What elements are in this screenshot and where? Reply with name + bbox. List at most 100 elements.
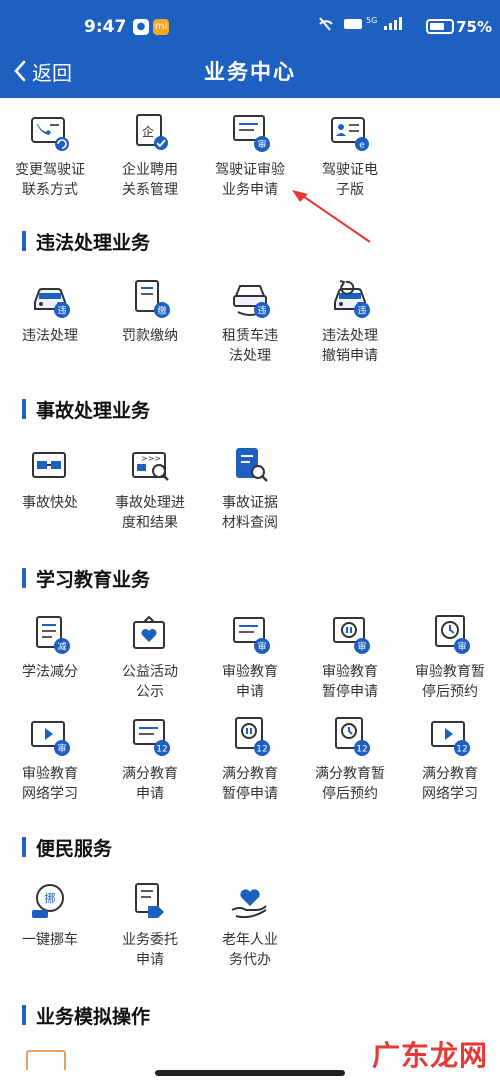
svg-text:审: 审	[457, 641, 466, 653]
service-item-label: 一键挪车	[22, 932, 78, 948]
service-item[interactable]: 违租赁车违 法处理	[200, 276, 300, 366]
svg-text:12: 12	[356, 745, 367, 755]
simulation-item-icon[interactable]	[26, 1050, 66, 1070]
service-item[interactable]: 12 满分教育 申请	[100, 714, 200, 804]
home-indicator[interactable]	[155, 1070, 345, 1076]
service-item-label: 审验教育 网络学习	[22, 766, 78, 802]
svg-text:审: 审	[357, 641, 366, 653]
full-score-apply-icon: 12	[133, 719, 170, 756]
service-item[interactable]: 企企业聘用 关系管理	[100, 110, 200, 200]
elderly-service-icon	[231, 889, 267, 919]
service-item[interactable]: 审审验教育 申请	[200, 612, 300, 702]
service-item-label: 业务委托 申请	[122, 932, 178, 968]
battery-icon	[426, 19, 454, 34]
annotation-arrow-icon	[292, 190, 371, 243]
svg-text:12: 12	[156, 745, 167, 755]
service-item[interactable]: 公益活动 公示	[100, 612, 200, 702]
review-online-icon: 审	[31, 721, 70, 756]
mi-icon: mi	[153, 19, 169, 35]
service-item-label: 审验教育 申请	[222, 664, 278, 700]
service-item-label: 企业聘用 关系管理	[122, 162, 178, 198]
service-item-label: 罚款缴纳	[122, 328, 178, 344]
e-license-icon: e	[331, 117, 369, 151]
service-item-label: 事故证据 材料查阅	[222, 495, 278, 531]
service-item-label: 驾驶证审验 业务申请	[215, 162, 285, 198]
service-item[interactable]: e 驾驶证电 子版	[300, 110, 400, 200]
entrust-icon	[135, 883, 164, 918]
revoke-violation-icon: 违	[334, 280, 370, 318]
service-item[interactable]: 违违法处理	[0, 276, 100, 346]
svg-text:审: 审	[257, 139, 266, 151]
service-item[interactable]: 挪一键挪车	[0, 880, 100, 950]
service-item-label: 审验教育暂 停后预约	[415, 664, 485, 700]
service-item[interactable]: >>> 事故处理进 度和结果	[100, 443, 200, 533]
network-type: 5G	[366, 16, 377, 25]
svg-text:e: e	[359, 141, 365, 151]
enterprise-doc-icon: 企	[136, 114, 168, 150]
service-item-label: 审验教育 暂停申请	[322, 664, 378, 700]
svg-text:12: 12	[456, 745, 467, 755]
service-item[interactable]: 审驾驶证审验 业务申请	[200, 110, 300, 200]
move-car-icon: 挪	[32, 884, 64, 918]
service-item-label: 满分教育 申请	[122, 766, 178, 802]
svg-text:12: 12	[256, 745, 267, 755]
watermark: 广东龙网	[371, 1041, 488, 1072]
battery-percent: 75%	[456, 18, 492, 36]
section-title: 便民服务	[22, 834, 112, 860]
service-item-label: 事故处理进 度和结果	[115, 495, 185, 531]
service-item[interactable]: 违违法处理 撤销申请	[300, 276, 400, 366]
svg-text:违: 违	[357, 306, 366, 317]
nav-bar: 返回 业务中心	[0, 50, 500, 94]
fine-payment-icon: 缴	[135, 280, 170, 318]
full-score-pause-icon: 12	[235, 717, 270, 756]
svg-text:挪: 挪	[45, 891, 56, 905]
section-title: 事故处理业务	[22, 396, 150, 422]
header-bar: 9:47 ● mi 5G 75% 返回 业务中心	[0, 0, 500, 98]
review-appointment-icon: 审	[435, 615, 470, 654]
rental-car-icon: 违	[233, 285, 270, 318]
section-title: 学习教育业务	[22, 565, 150, 591]
license-review-icon: 审	[233, 115, 270, 152]
service-item-label: 满分教育 网络学习	[422, 766, 478, 802]
service-item[interactable]: 老年人业 务代办	[200, 880, 300, 970]
service-item[interactable]: 审审验教育 暂停申请	[300, 612, 400, 702]
service-item-label: 违法处理 撤销申请	[322, 328, 378, 364]
section-title: 违法处理业务	[22, 228, 150, 254]
evidence-lookup-icon	[236, 448, 268, 482]
svg-text:缴: 缴	[157, 305, 166, 317]
status-bar: 9:47 ● mi 5G 75%	[0, 0, 500, 48]
svg-text:企: 企	[142, 124, 154, 139]
svg-text:审: 审	[57, 743, 66, 755]
service-item[interactable]: 事故证据 材料查阅	[200, 443, 300, 533]
service-item-label: 事故快处	[22, 495, 78, 511]
public-welfare-icon	[133, 615, 165, 649]
quick-accident-icon	[32, 452, 66, 478]
accident-progress-icon: >>>	[132, 452, 169, 481]
notification-icon: ●	[133, 19, 149, 35]
service-item-label: 学法减分	[22, 664, 78, 680]
service-item[interactable]: 减学法减分	[0, 612, 100, 682]
signal-icon: 5G	[314, 14, 434, 38]
service-item[interactable]: 12 满分教育 网络学习	[400, 714, 500, 804]
full-score-appointment-icon: 12	[335, 717, 370, 756]
section-title: 业务模拟操作	[22, 1002, 150, 1028]
service-item[interactable]: 审审验教育暂 停后预约	[400, 612, 500, 702]
service-item-label: 公益活动 公示	[122, 664, 178, 700]
service-item[interactable]: 审审验教育 网络学习	[0, 714, 100, 804]
svg-text:减: 减	[57, 641, 66, 653]
service-item-label: 租赁车违 法处理	[222, 328, 278, 364]
service-item-label: 老年人业 务代办	[222, 932, 278, 968]
svg-text:审: 审	[257, 641, 266, 653]
svg-text:>>>: >>>	[141, 454, 161, 463]
service-item[interactable]: 12 满分教育暂 停后预约	[300, 714, 400, 804]
service-item-label: 违法处理	[22, 328, 78, 344]
service-item-label: 满分教育暂 停后预约	[315, 766, 385, 802]
service-item[interactable]: 变更驾驶证 联系方式	[0, 110, 100, 200]
service-item[interactable]: 12 满分教育 暂停申请	[200, 714, 300, 804]
page-title: 业务中心	[204, 60, 296, 84]
service-item[interactable]: 业务委托 申请	[100, 880, 200, 970]
service-item[interactable]: 缴罚款缴纳	[100, 276, 200, 346]
car-violation-icon: 违	[34, 288, 70, 318]
review-pause-icon: 审	[333, 617, 370, 654]
service-item[interactable]: 事故快处	[0, 443, 100, 513]
